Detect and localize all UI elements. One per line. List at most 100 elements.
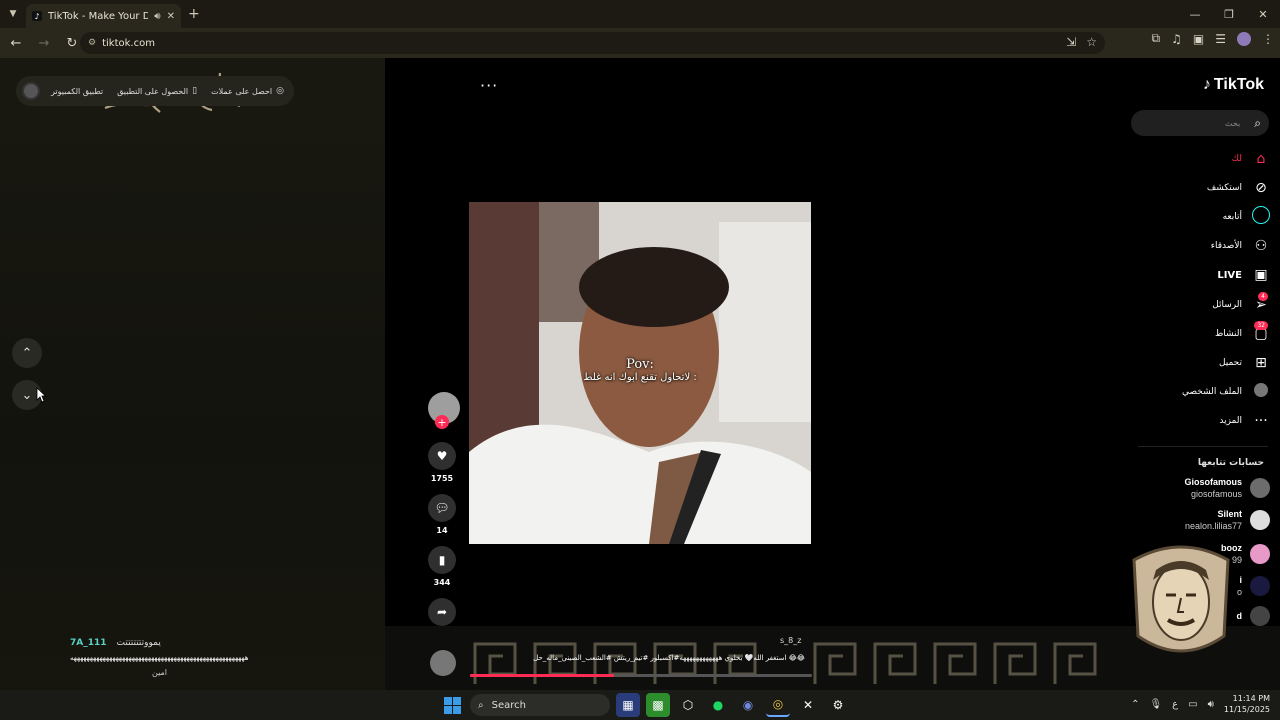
reading-list-icon[interactable]: ☰ <box>1215 32 1226 46</box>
sidebar-item-label: النشاط <box>1214 328 1242 339</box>
address-bar[interactable]: ⚙ tiktok.com ⇲ ☆ <box>80 32 1105 54</box>
comment-action[interactable]: 💬︎ 14 <box>428 494 456 535</box>
coin-icon: ◎ <box>276 86 284 96</box>
volume-icon[interactable]: 🔊︎ <box>1208 699 1214 710</box>
sidebar-item-label: الملف الشخصي <box>1182 387 1242 398</box>
site-info-icon[interactable]: ⚙ <box>88 38 96 48</box>
sidebar-item-label: الأصدقاء <box>1210 241 1242 252</box>
app-icon-minecraft[interactable]: ▩ <box>646 693 670 717</box>
app-icon-capcut[interactable]: ✕ <box>796 693 820 717</box>
heart-icon: ♥ <box>428 442 456 470</box>
chrome-icon[interactable]: ◎ <box>766 693 790 717</box>
microphone-icon[interactable]: 🎙︎ <box>1149 699 1162 710</box>
profile-avatar[interactable] <box>1237 31 1251 46</box>
sidebar-divider <box>1138 446 1268 447</box>
app-icon-widgets[interactable]: ▦ <box>616 693 640 717</box>
browser-tab-tiktok[interactable]: ♪ TikTok - Make Your Day 🔊︎ ✕ <box>26 4 181 28</box>
sidebar-item-upload[interactable]: تحميل ⊞ <box>1150 348 1270 377</box>
account-name-partial: i <box>1239 575 1242 585</box>
messages-badge: 4 <box>1258 291 1268 301</box>
sidebar-item-friends[interactable]: الأصدقاء ⚇ <box>1150 232 1270 261</box>
tab-search-menu-button[interactable]: ▼ <box>0 0 26 28</box>
sidebar-item-explore[interactable]: استكشف ⊘ <box>1150 173 1270 202</box>
language-indicator[interactable]: ع <box>1172 699 1178 710</box>
sidebar-item-more[interactable]: المزيد ··· <box>1150 407 1270 436</box>
sidebar-item-following[interactable]: أتابعه <box>1150 202 1270 231</box>
network-icon[interactable]: ▭ <box>1188 699 1197 710</box>
previous-video-button[interactable]: ⌃ <box>12 338 42 368</box>
forward-button[interactable]: → <box>32 31 56 55</box>
start-button[interactable] <box>440 693 464 717</box>
search-input[interactable]: بحث ⌕ <box>1131 110 1269 136</box>
comment-count: 14 <box>436 526 448 535</box>
post-author-avatar[interactable] <box>430 650 456 676</box>
bookmark-star-icon[interactable]: ☆ <box>1086 35 1097 49</box>
get-app-link[interactable]: الحصول على التطبيق ▯ <box>117 86 197 96</box>
user-avatar-small[interactable] <box>22 82 40 100</box>
chevron-up-icon: ⌃ <box>21 345 33 361</box>
phone-icon: ▯ <box>192 86 198 96</box>
app-icon-settings[interactable]: ⚙ <box>826 693 850 717</box>
video-caption: Pov: لاتحاول تقنع ابوك انه غلط : <box>469 357 811 383</box>
mouse-pointer-icon <box>36 387 46 403</box>
sidebar-item-profile[interactable]: الملف الشخصي <box>1150 378 1270 407</box>
taskbar-search[interactable]: ⌕ Search <box>470 694 610 716</box>
sidebar-item-activity[interactable]: النشاط ▢ 32 <box>1150 319 1270 348</box>
install-app-icon[interactable]: ⇲ <box>1066 35 1076 49</box>
save-count: 344 <box>433 578 451 587</box>
video-progress-bar[interactable] <box>470 674 812 677</box>
get-coins-link[interactable]: احصل على عملات ◎ <box>211 86 284 96</box>
action-bar: + ♥ 1755 💬︎ 14 ▮ 344 ➦ 964 <box>424 58 460 690</box>
following-account[interactable]: Giosofamous giosofamous <box>1140 476 1270 500</box>
account-handle-partial: o <box>1236 587 1242 597</box>
new-tab-button[interactable]: + <box>188 6 200 22</box>
search-icon[interactable]: ⌕ <box>1254 116 1261 131</box>
video-progress-fill <box>470 674 614 677</box>
close-window-button[interactable]: ✕ <box>1246 0 1280 28</box>
tab-title: TikTok - Make Your Day <box>48 10 149 22</box>
url-text: tiktok.com <box>102 37 155 49</box>
stream-overlay-panel <box>0 58 385 690</box>
split-view-icon[interactable]: ▣ <box>1193 32 1204 46</box>
following-account-names: i o <box>1237 574 1242 598</box>
sidebar-item-label: لك <box>1231 153 1242 164</box>
extensions-icon[interactable]: ⧉ <box>1152 31 1161 46</box>
account-handle: nealon.lilias77 <box>1184 521 1242 531</box>
video-player[interactable]: Pov: لاتحاول تقنع ابوك انه غلط : <box>469 202 811 544</box>
chat-reply-text: امين <box>152 668 168 677</box>
kebab-menu-icon[interactable]: ⋮ <box>1262 32 1274 46</box>
back-button[interactable]: ← <box>4 31 28 55</box>
app-icon-cube[interactable]: ⬡ <box>676 693 700 717</box>
toolbar-right: ⧉ ♫ ▣ ☰ ⋮ <box>1152 31 1274 46</box>
like-count: 1755 <box>430 474 454 483</box>
tiktok-logo[interactable]: ♪ TikTok <box>1203 76 1264 94</box>
speaker-icon[interactable]: 🔊︎ <box>154 11 160 22</box>
chat-spam-text: هههههههههههههههههههههههههههههههههههههههه… <box>70 654 249 662</box>
minimize-button[interactable]: — <box>1178 0 1212 28</box>
system-clock[interactable]: 11:14 PM 11/15/2025 <box>1224 693 1270 715</box>
like-action[interactable]: ♥ 1755 <box>428 442 456 483</box>
spotify-icon[interactable]: ● <box>706 693 730 717</box>
share-icon: ➦ <box>428 598 456 626</box>
sidebar-item-label: الرسائل <box>1212 299 1242 310</box>
pc-app-label: تطبيق الكمبيوتر <box>50 86 104 96</box>
media-icon[interactable]: ♫ <box>1171 32 1182 46</box>
following-account-names: d <box>1237 610 1243 622</box>
more-options-button[interactable]: ··· <box>480 76 498 95</box>
follow-plus-button[interactable]: + <box>435 415 449 429</box>
tab-close-icon[interactable]: ✕ <box>167 11 175 22</box>
sidebar-item-live[interactable]: LIVE ▣ <box>1150 261 1270 290</box>
save-action[interactable]: ▮ 344 <box>428 546 456 587</box>
tiktok-page: تطبيق الكمبيوتر الحصول على التطبيق ▯ احص… <box>0 58 1280 690</box>
sidebar-item-messages[interactable]: الرسائل ➢ 4 <box>1150 290 1270 319</box>
post-username[interactable]: s_8_z <box>780 636 801 645</box>
chevron-up-icon[interactable]: ⌃ <box>1131 699 1139 710</box>
following-account[interactable]: Silent nealon.lilias77 <box>1140 508 1270 532</box>
pc-app-link[interactable]: تطبيق الكمبيوتر <box>51 87 103 96</box>
account-name: Silent <box>1217 509 1242 519</box>
sidebar-item-for-you[interactable]: لك ⌂ <box>1150 144 1270 173</box>
discord-icon[interactable]: ◉ <box>736 693 760 717</box>
upload-icon: ⊞ <box>1255 354 1267 371</box>
sidebar-nav: لك ⌂ استكشف ⊘ أتابعه الأصدقاء ⚇ LIVE ▣ ا… <box>1150 144 1270 436</box>
restore-button[interactable]: ❐ <box>1212 0 1246 28</box>
